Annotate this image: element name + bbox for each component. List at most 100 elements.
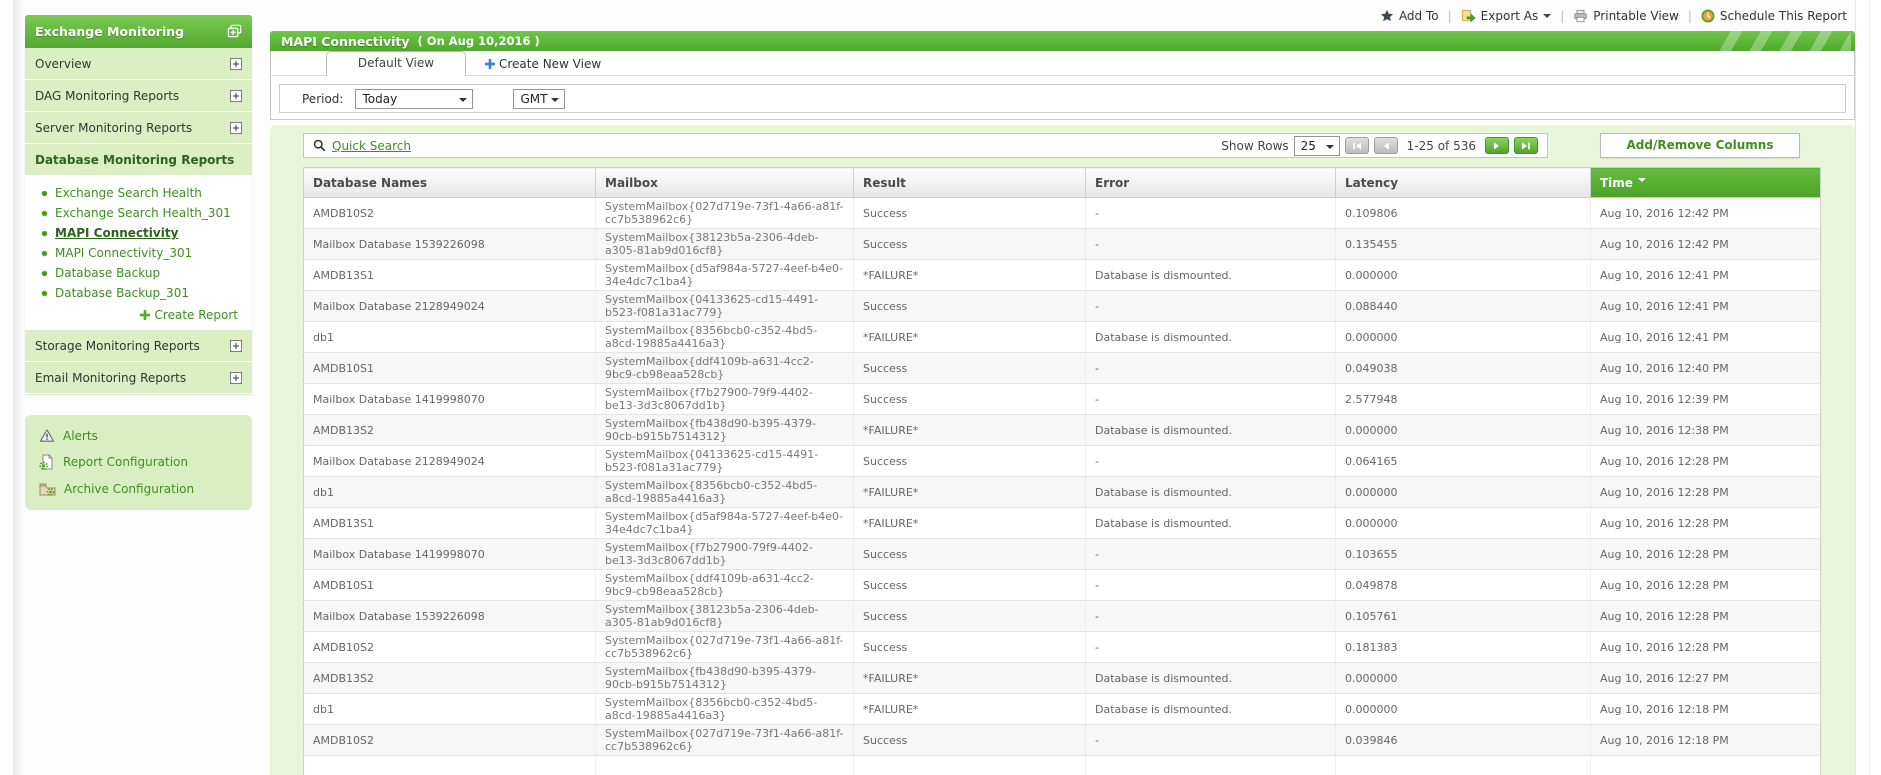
cell-result: Success <box>854 291 1086 322</box>
tab-default-view[interactable]: Default View <box>326 51 466 76</box>
cascade-windows-plus-icon[interactable] <box>227 24 242 39</box>
column-header-latency[interactable]: Latency <box>1336 168 1591 198</box>
cell-database-name: AMDB10S2 <box>304 632 596 663</box>
period-select[interactable]: Today <box>355 89 473 109</box>
report-title-bar: MAPI Connectivity ( On Aug 10,2016 ) <box>270 31 1855 51</box>
chevron-down-icon <box>551 98 559 106</box>
cell-latency: 0.039846 <box>1336 725 1591 756</box>
column-header-mailbox[interactable]: Mailbox <box>596 168 854 198</box>
export-icon <box>1461 8 1476 23</box>
sidebar-item-email-monitoring[interactable]: Email Monitoring Reports <box>25 362 252 394</box>
column-header-result[interactable]: Result <box>854 168 1086 198</box>
last-page-button[interactable] <box>1514 137 1538 154</box>
report-link-exchange-search-health[interactable]: Exchange Search Health <box>25 183 252 203</box>
plus-box-icon[interactable] <box>230 90 242 102</box>
timezone-select[interactable]: GMT <box>513 89 565 109</box>
report-toolbar: Add To | Export As | Printable View | Sc… <box>1380 8 1847 23</box>
cell-mailbox: SystemMailbox{d5af984a-5727-4eef-b4e0-34… <box>596 508 854 539</box>
next-page-button[interactable] <box>1485 137 1509 154</box>
cell-time: Aug 10, 2016 12:42 PM <box>1591 198 1821 229</box>
cell-latency <box>1336 756 1591 775</box>
cell-result: *FAILURE* <box>854 415 1086 446</box>
plus-box-icon[interactable] <box>230 340 242 352</box>
export-as-button[interactable]: Export As <box>1461 8 1552 23</box>
sidebar-item-storage-monitoring[interactable]: Storage Monitoring Reports <box>25 330 252 362</box>
archive-config-icon <box>39 481 56 497</box>
create-report-link[interactable]: Create Report <box>25 303 252 325</box>
report-link-label: Database Backup <box>55 266 160 280</box>
cell-mailbox: SystemMailbox{04133625-cd15-4491-b523-f0… <box>596 291 854 322</box>
table-row: Mailbox Database 1539226098 SystemMailbo… <box>304 229 1821 260</box>
cell-result: Success <box>854 570 1086 601</box>
plus-box-icon[interactable] <box>230 58 242 70</box>
table-row-partial <box>304 756 1821 775</box>
cell-latency: 0.000000 <box>1336 477 1591 508</box>
bullet-icon <box>41 190 48 197</box>
cell-latency: 0.064165 <box>1336 446 1591 477</box>
cell-time: Aug 10, 2016 12:41 PM <box>1591 260 1821 291</box>
tab-create-new-view[interactable]: Create New View <box>471 51 615 76</box>
table-row: AMDB13S2 SystemMailbox{fb438d90-b395-437… <box>304 663 1821 694</box>
cell-latency: 0.105761 <box>1336 601 1591 632</box>
plus-box-icon[interactable] <box>230 372 242 384</box>
show-rows-select[interactable]: 25 <box>1294 136 1340 156</box>
archive-configuration-link[interactable]: Archive Configuration <box>39 481 238 497</box>
report-link-exchange-search-health-301[interactable]: Exchange Search Health_301 <box>25 203 252 223</box>
add-to-button[interactable]: Add To <box>1380 9 1439 23</box>
cell-mailbox: SystemMailbox{8356bcb0-c352-4bd5-a8cd-19… <box>596 477 854 508</box>
column-header-database-names[interactable]: Database Names <box>304 168 596 198</box>
quick-search-link[interactable]: Quick Search <box>313 139 411 153</box>
cell-time: Aug 10, 2016 12:18 PM <box>1591 725 1821 756</box>
cell-time: Aug 10, 2016 12:39 PM <box>1591 384 1821 415</box>
sidebar-item-database-monitoring[interactable]: Database Monitoring Reports <box>25 144 252 176</box>
create-report-label: Create Report <box>155 308 238 322</box>
report-link-label: Exchange Search Health <box>55 186 202 200</box>
report-link-database-backup-301[interactable]: Database Backup_301 <box>25 283 252 303</box>
add-remove-columns-button[interactable]: Add/Remove Columns <box>1600 133 1800 158</box>
sidebar-item-dag-monitoring[interactable]: DAG Monitoring Reports <box>25 80 252 112</box>
cell-latency: 0.049038 <box>1336 353 1591 384</box>
column-header-error[interactable]: Error <box>1086 168 1336 198</box>
cell-latency: 0.000000 <box>1336 415 1591 446</box>
cell-latency: 0.135455 <box>1336 229 1591 260</box>
chevron-down-icon <box>1543 14 1551 22</box>
column-header-time-sorted[interactable]: Time <box>1591 168 1821 198</box>
report-link-database-backup[interactable]: Database Backup <box>25 263 252 283</box>
cell-database-name: Mailbox Database 1419998070 <box>304 384 596 415</box>
printable-view-button[interactable]: Printable View <box>1573 9 1679 23</box>
cell-result: *FAILURE* <box>854 322 1086 353</box>
cell-database-name: AMDB10S2 <box>304 725 596 756</box>
cell-result: Success <box>854 539 1086 570</box>
alerts-link[interactable]: Alerts <box>39 428 238 443</box>
plus-box-icon[interactable] <box>230 122 242 134</box>
quick-search-bar: Quick Search Show Rows 25 1-25 of 536 <box>303 133 1548 158</box>
cell-latency: 0.000000 <box>1336 694 1591 725</box>
view-panel: Default View Create New View Period: Tod… <box>270 51 1855 120</box>
cell-time: Aug 10, 2016 12:42 PM <box>1591 229 1821 260</box>
schedule-report-button[interactable]: Schedule This Report <box>1701 9 1847 23</box>
chevron-down-icon <box>1326 145 1334 153</box>
bullet-icon <box>41 250 48 257</box>
column-header-time-label: Time <box>1600 176 1633 190</box>
report-link-mapi-connectivity-301[interactable]: MAPI Connectivity_301 <box>25 243 252 263</box>
cell-database-name: AMDB10S1 <box>304 570 596 601</box>
first-page-button[interactable] <box>1345 137 1369 154</box>
schedule-report-label: Schedule This Report <box>1720 9 1847 23</box>
report-configuration-link[interactable]: Report Configuration <box>39 454 238 470</box>
table-header-row: Database Names Mailbox Result Error Late… <box>304 168 1821 198</box>
bullet-icon <box>41 210 48 217</box>
cell-database-name: db1 <box>304 694 596 725</box>
toolbar-separator: | <box>1448 9 1452 23</box>
pagination: Show Rows 25 1-25 of 536 <box>1221 136 1538 156</box>
period-select-value: Today <box>362 92 397 106</box>
report-title: MAPI Connectivity <box>281 34 410 49</box>
cell-error: - <box>1086 229 1336 260</box>
cell-time: Aug 10, 2016 12:38 PM <box>1591 415 1821 446</box>
sidebar-item-server-monitoring[interactable]: Server Monitoring Reports <box>25 112 252 144</box>
cell-latency: 0.000000 <box>1336 322 1591 353</box>
report-link-mapi-connectivity[interactable]: MAPI Connectivity <box>25 223 252 243</box>
previous-page-button[interactable] <box>1374 137 1398 154</box>
sidebar-item-overview[interactable]: Overview <box>25 48 252 80</box>
cell-database-name <box>304 756 596 775</box>
star-icon <box>1380 9 1394 23</box>
